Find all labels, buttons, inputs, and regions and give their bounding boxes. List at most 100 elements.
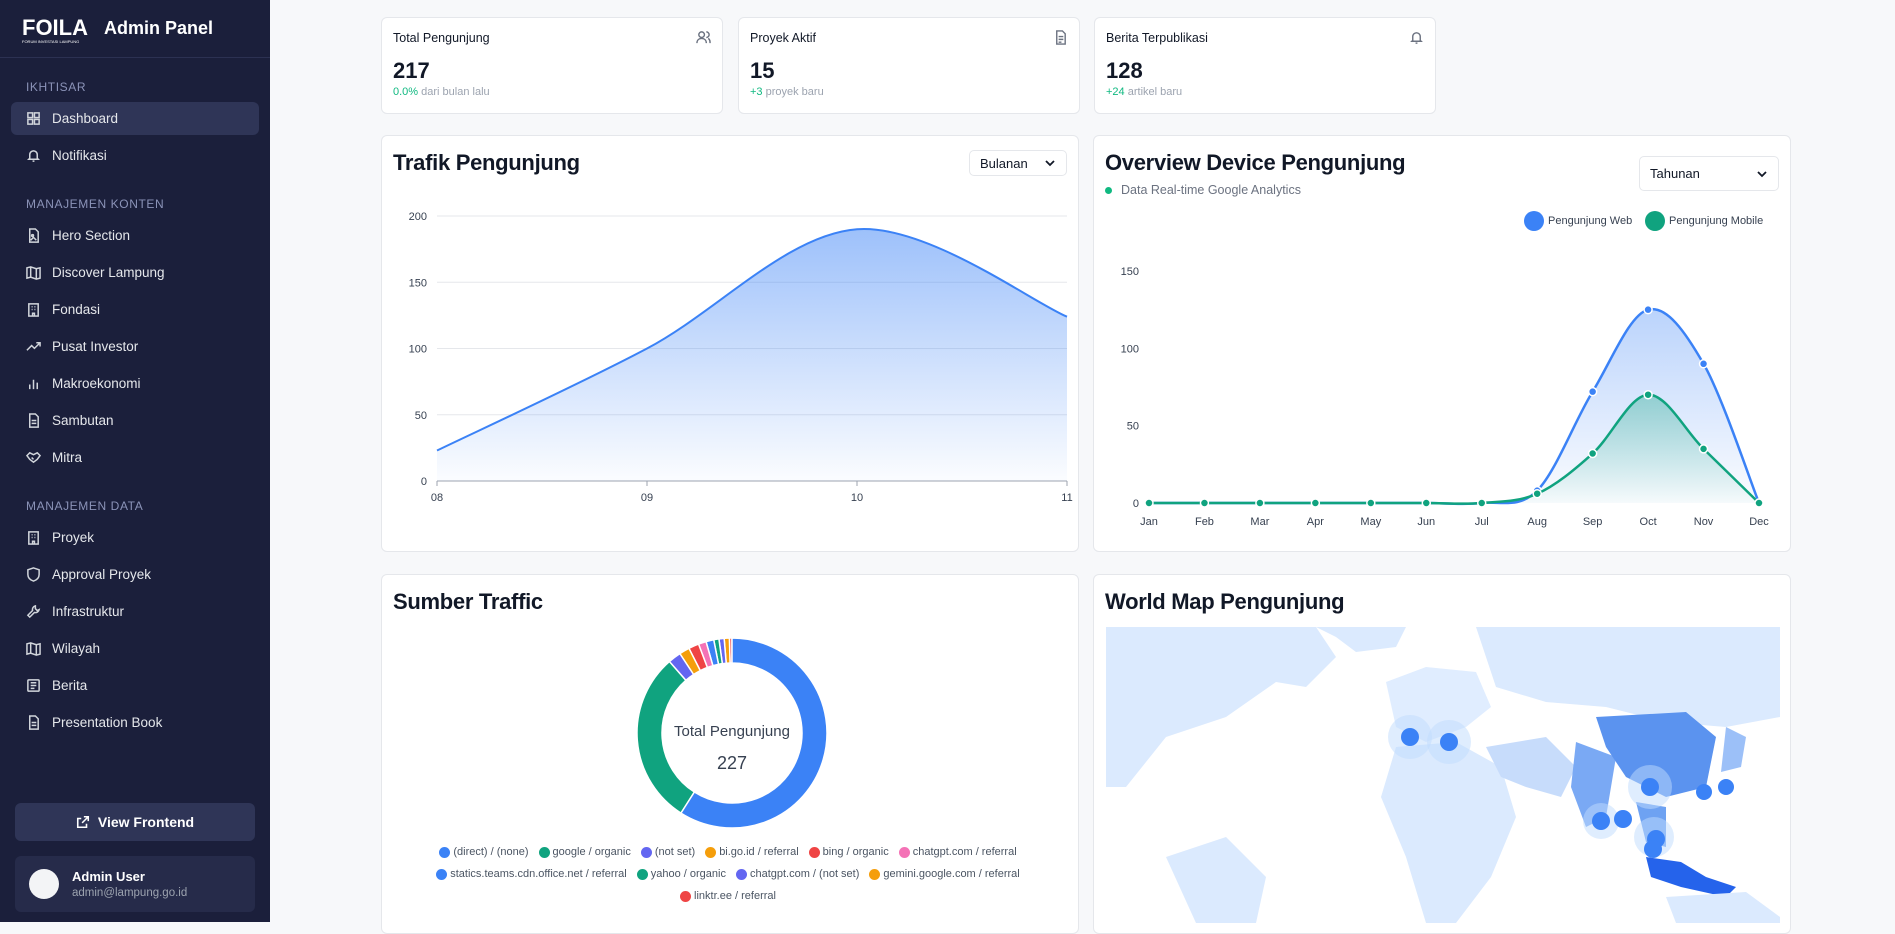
- sidebar-item-label: Makroekonomi: [52, 376, 141, 391]
- data-point: [1587, 386, 1598, 397]
- bell-icon: [1410, 32, 1423, 44]
- legend-web[interactable]: Pengunjung Web: [1524, 211, 1632, 231]
- select-value: Tahunan: [1650, 166, 1700, 181]
- x-tick-label: Jul: [1475, 516, 1489, 528]
- y-tick-label: 0: [1133, 498, 1139, 510]
- stat-subtitle: +24 artikel baru: [1106, 86, 1183, 98]
- data-point: [1144, 498, 1154, 508]
- legend-item[interactable]: google / organic: [538, 841, 631, 863]
- sidebar-item-label: Dashboard: [52, 111, 119, 126]
- x-tick-label: 09: [641, 492, 653, 504]
- data-point: [1199, 498, 1210, 508]
- sidebar-item-infrastruktur[interactable]: Infrastruktur: [11, 595, 259, 628]
- x-tick-label: Dec: [1749, 516, 1769, 528]
- foila-logo: FOILA FORUM INVESTASI LAMPUNG: [22, 15, 88, 44]
- legend-item[interactable]: linktr.ee / referral: [680, 885, 776, 907]
- sidebar-item-sambutan[interactable]: Sambutan: [11, 404, 259, 437]
- sidebar-item-discover-lampung[interactable]: Discover Lampung: [11, 256, 259, 289]
- status-dot: [1105, 186, 1112, 194]
- sidebar: FOILA FORUM INVESTASI LAMPUNG Admin Pane…: [0, 0, 270, 922]
- legend-label: linktr.ee / referral: [694, 890, 776, 902]
- data-point: [1643, 389, 1653, 400]
- app-title: Admin Panel: [104, 18, 214, 38]
- svg-text:FOILA: FOILA: [22, 15, 88, 40]
- x-tick-label: 08: [431, 492, 443, 504]
- legend-item[interactable]: gemini.google.com / referral: [869, 863, 1020, 885]
- legend-item[interactable]: bi.go.id / referral: [705, 841, 799, 863]
- data-point: [1421, 498, 1432, 508]
- legend-item[interactable]: bing / organic: [808, 841, 889, 863]
- x-tick-label: 11: [1061, 492, 1072, 504]
- sidebar-item-mitra[interactable]: Mitra: [11, 441, 259, 474]
- y-tick-label: 50: [1127, 421, 1139, 433]
- y-tick-label: 0: [421, 476, 427, 488]
- legend-label: (not set): [654, 846, 696, 858]
- traffic-area: [437, 228, 1067, 481]
- world-map[interactable]: [1106, 627, 1780, 923]
- sidebar-item-proyek[interactable]: Proyek: [11, 521, 259, 554]
- legend-swatch: [436, 868, 448, 880]
- sidebar-item-presentation-book[interactable]: Presentation Book: [11, 706, 259, 739]
- handshake-icon: [26, 451, 41, 464]
- newspaper-icon: [27, 679, 40, 692]
- legend-item[interactable]: statics.teams.cdn.office.net / referral: [436, 863, 627, 885]
- sidebar-item-berita[interactable]: Berita: [11, 669, 259, 702]
- user-info: Admin User admin@lampung.go.id: [72, 869, 187, 899]
- data-point: [1476, 498, 1487, 508]
- section-label: IKHTISAR: [26, 80, 87, 94]
- map-icon: [26, 642, 41, 656]
- legend-item[interactable]: chatgpt.com / (not set): [735, 863, 859, 885]
- view-frontend-label: View Frontend: [97, 814, 195, 830]
- legend-swatch: [636, 868, 648, 880]
- legend-label: yahoo / organic: [650, 868, 726, 880]
- sidebar-item-label: Proyek: [52, 530, 95, 545]
- legend-swatch: [705, 846, 717, 858]
- stat-card-news: Berita Terpublikasi 128 +24 artikel baru: [1094, 17, 1436, 114]
- sidebar-item-makroekonomi[interactable]: Makroekonomi: [11, 367, 259, 400]
- sidebar-item-label: Fondasi: [52, 302, 101, 317]
- sidebar-item-pusat-investor[interactable]: Pusat Investor: [11, 330, 259, 363]
- user-name: Admin User: [72, 869, 145, 884]
- sidebar-item-label: Discover Lampung: [52, 265, 165, 280]
- legend-item[interactable]: yahoo / organic: [636, 863, 726, 885]
- image-file-icon: [29, 228, 39, 243]
- sidebar-item-notifikasi[interactable]: Notifikasi: [11, 139, 259, 172]
- svg-text:FORUM INVESTASI LAMPUNG: FORUM INVESTASI LAMPUNG: [22, 39, 79, 44]
- x-tick-label: 10: [851, 492, 863, 504]
- legend-item[interactable]: chatgpt.com / referral: [898, 841, 1017, 863]
- panel-title: Sumber Traffic: [393, 589, 543, 614]
- sidebar-item-fondasi[interactable]: Fondasi: [11, 293, 259, 326]
- data-point: [1698, 359, 1709, 369]
- legend-item[interactable]: (not set): [640, 841, 696, 863]
- x-tick-label: May: [1360, 516, 1381, 528]
- view-frontend-button[interactable]: View Frontend: [15, 803, 255, 841]
- sidebar-item-label: Infrastruktur: [52, 604, 125, 619]
- stat-value: 128: [1106, 58, 1143, 83]
- legend-item[interactable]: (direct) / (none): [439, 841, 529, 863]
- map-icon: [26, 266, 41, 280]
- device-period-select[interactable]: Tahunan: [1639, 156, 1779, 191]
- x-tick-label: Nov: [1694, 516, 1714, 528]
- sidebar-item-label: Pusat Investor: [52, 339, 139, 354]
- sidebar-item-hero-section[interactable]: Hero Section: [11, 219, 259, 252]
- sidebar-item-label: Hero Section: [52, 228, 131, 243]
- legend-mobile[interactable]: Pengunjung Mobile: [1645, 211, 1763, 231]
- sidebar-item-dashboard[interactable]: Dashboard: [11, 102, 259, 135]
- bell-icon: [27, 150, 40, 162]
- wrench-icon: [26, 604, 41, 619]
- sidebar-item-wilayah[interactable]: Wilayah: [11, 632, 259, 665]
- traffic-period-select[interactable]: Bulanan: [969, 150, 1067, 176]
- sidebar-item-approval-proyek[interactable]: Approval Proyek: [11, 558, 259, 591]
- legend-swatch: [898, 846, 910, 858]
- document-icon: [29, 413, 39, 428]
- data-point: [1754, 498, 1764, 508]
- stat-title: Proyek Aktif: [750, 31, 816, 45]
- y-tick-label: 100: [1121, 343, 1139, 355]
- x-tick-label: Apr: [1307, 516, 1324, 528]
- y-tick-label: 150: [409, 277, 427, 289]
- select-value: Bulanan: [980, 155, 1028, 171]
- user-profile[interactable]: Admin User admin@lampung.go.id: [15, 856, 255, 912]
- file-icon: [1056, 30, 1066, 45]
- document-icon: [29, 715, 39, 730]
- stat-subtitle: +3 proyek baru: [750, 86, 824, 98]
